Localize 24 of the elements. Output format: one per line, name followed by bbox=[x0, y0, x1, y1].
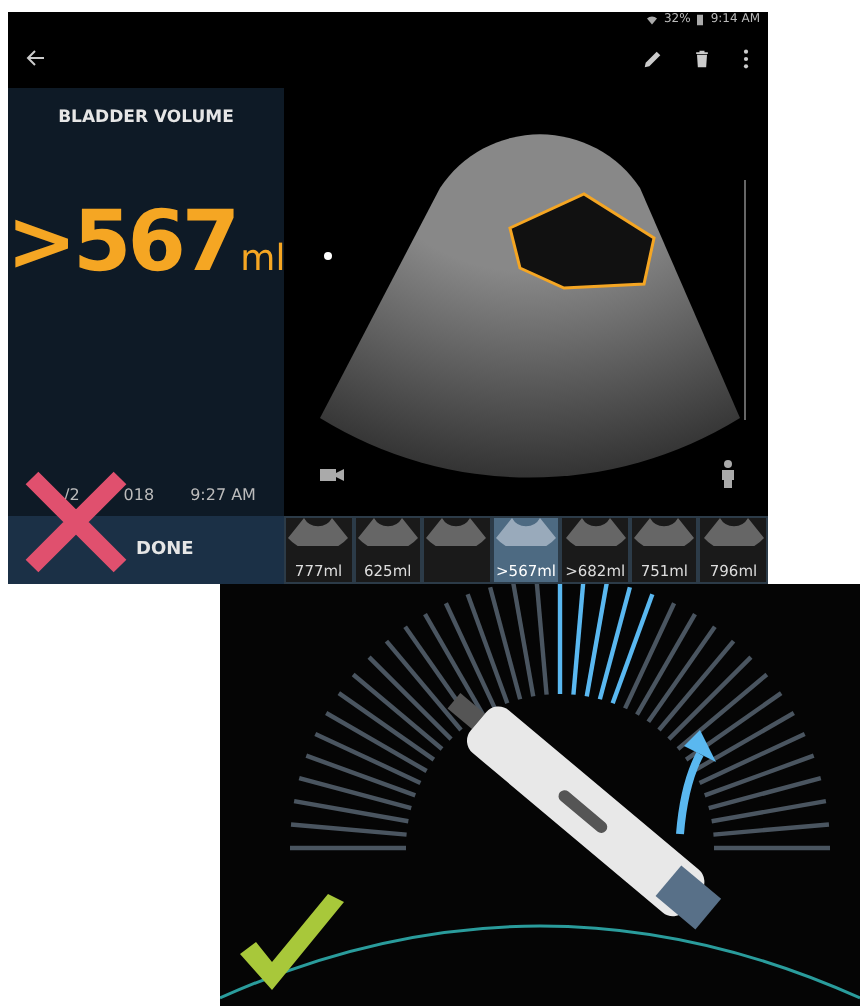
ultrasound-thumbnail-image bbox=[357, 518, 418, 546]
marker-dot bbox=[324, 252, 332, 260]
date-fragment: 018 bbox=[123, 486, 155, 504]
ultrasound-thumbnail-image bbox=[426, 518, 487, 546]
scan-thumbnail[interactable] bbox=[422, 516, 492, 584]
person-icon bbox=[720, 460, 736, 488]
date-fragment: /2 bbox=[64, 486, 80, 504]
more-options-icon[interactable] bbox=[740, 47, 752, 69]
scan-time: 9:27 AM bbox=[190, 486, 256, 504]
ultrasound-thumbnail-image bbox=[496, 518, 557, 546]
back-arrow-icon[interactable] bbox=[24, 46, 48, 70]
video-camera-icon bbox=[320, 466, 344, 484]
trash-icon[interactable] bbox=[692, 47, 712, 69]
edit-pencil-icon[interactable] bbox=[642, 47, 664, 69]
ultrasound-thumbnail-image bbox=[288, 518, 349, 546]
volume-unit: ml bbox=[240, 238, 286, 280]
volume-value: >567 bbox=[6, 192, 237, 290]
result-title: BLADDER VOLUME bbox=[56, 108, 236, 128]
ultrasound-thumbnail-image bbox=[565, 518, 626, 546]
ultrasound-thumbnail-image bbox=[703, 518, 764, 546]
done-button[interactable]: DONE bbox=[128, 536, 202, 564]
wifi-icon bbox=[645, 14, 658, 26]
battery-icon bbox=[696, 14, 705, 26]
ultrasound-thumbnail-image bbox=[634, 518, 695, 546]
